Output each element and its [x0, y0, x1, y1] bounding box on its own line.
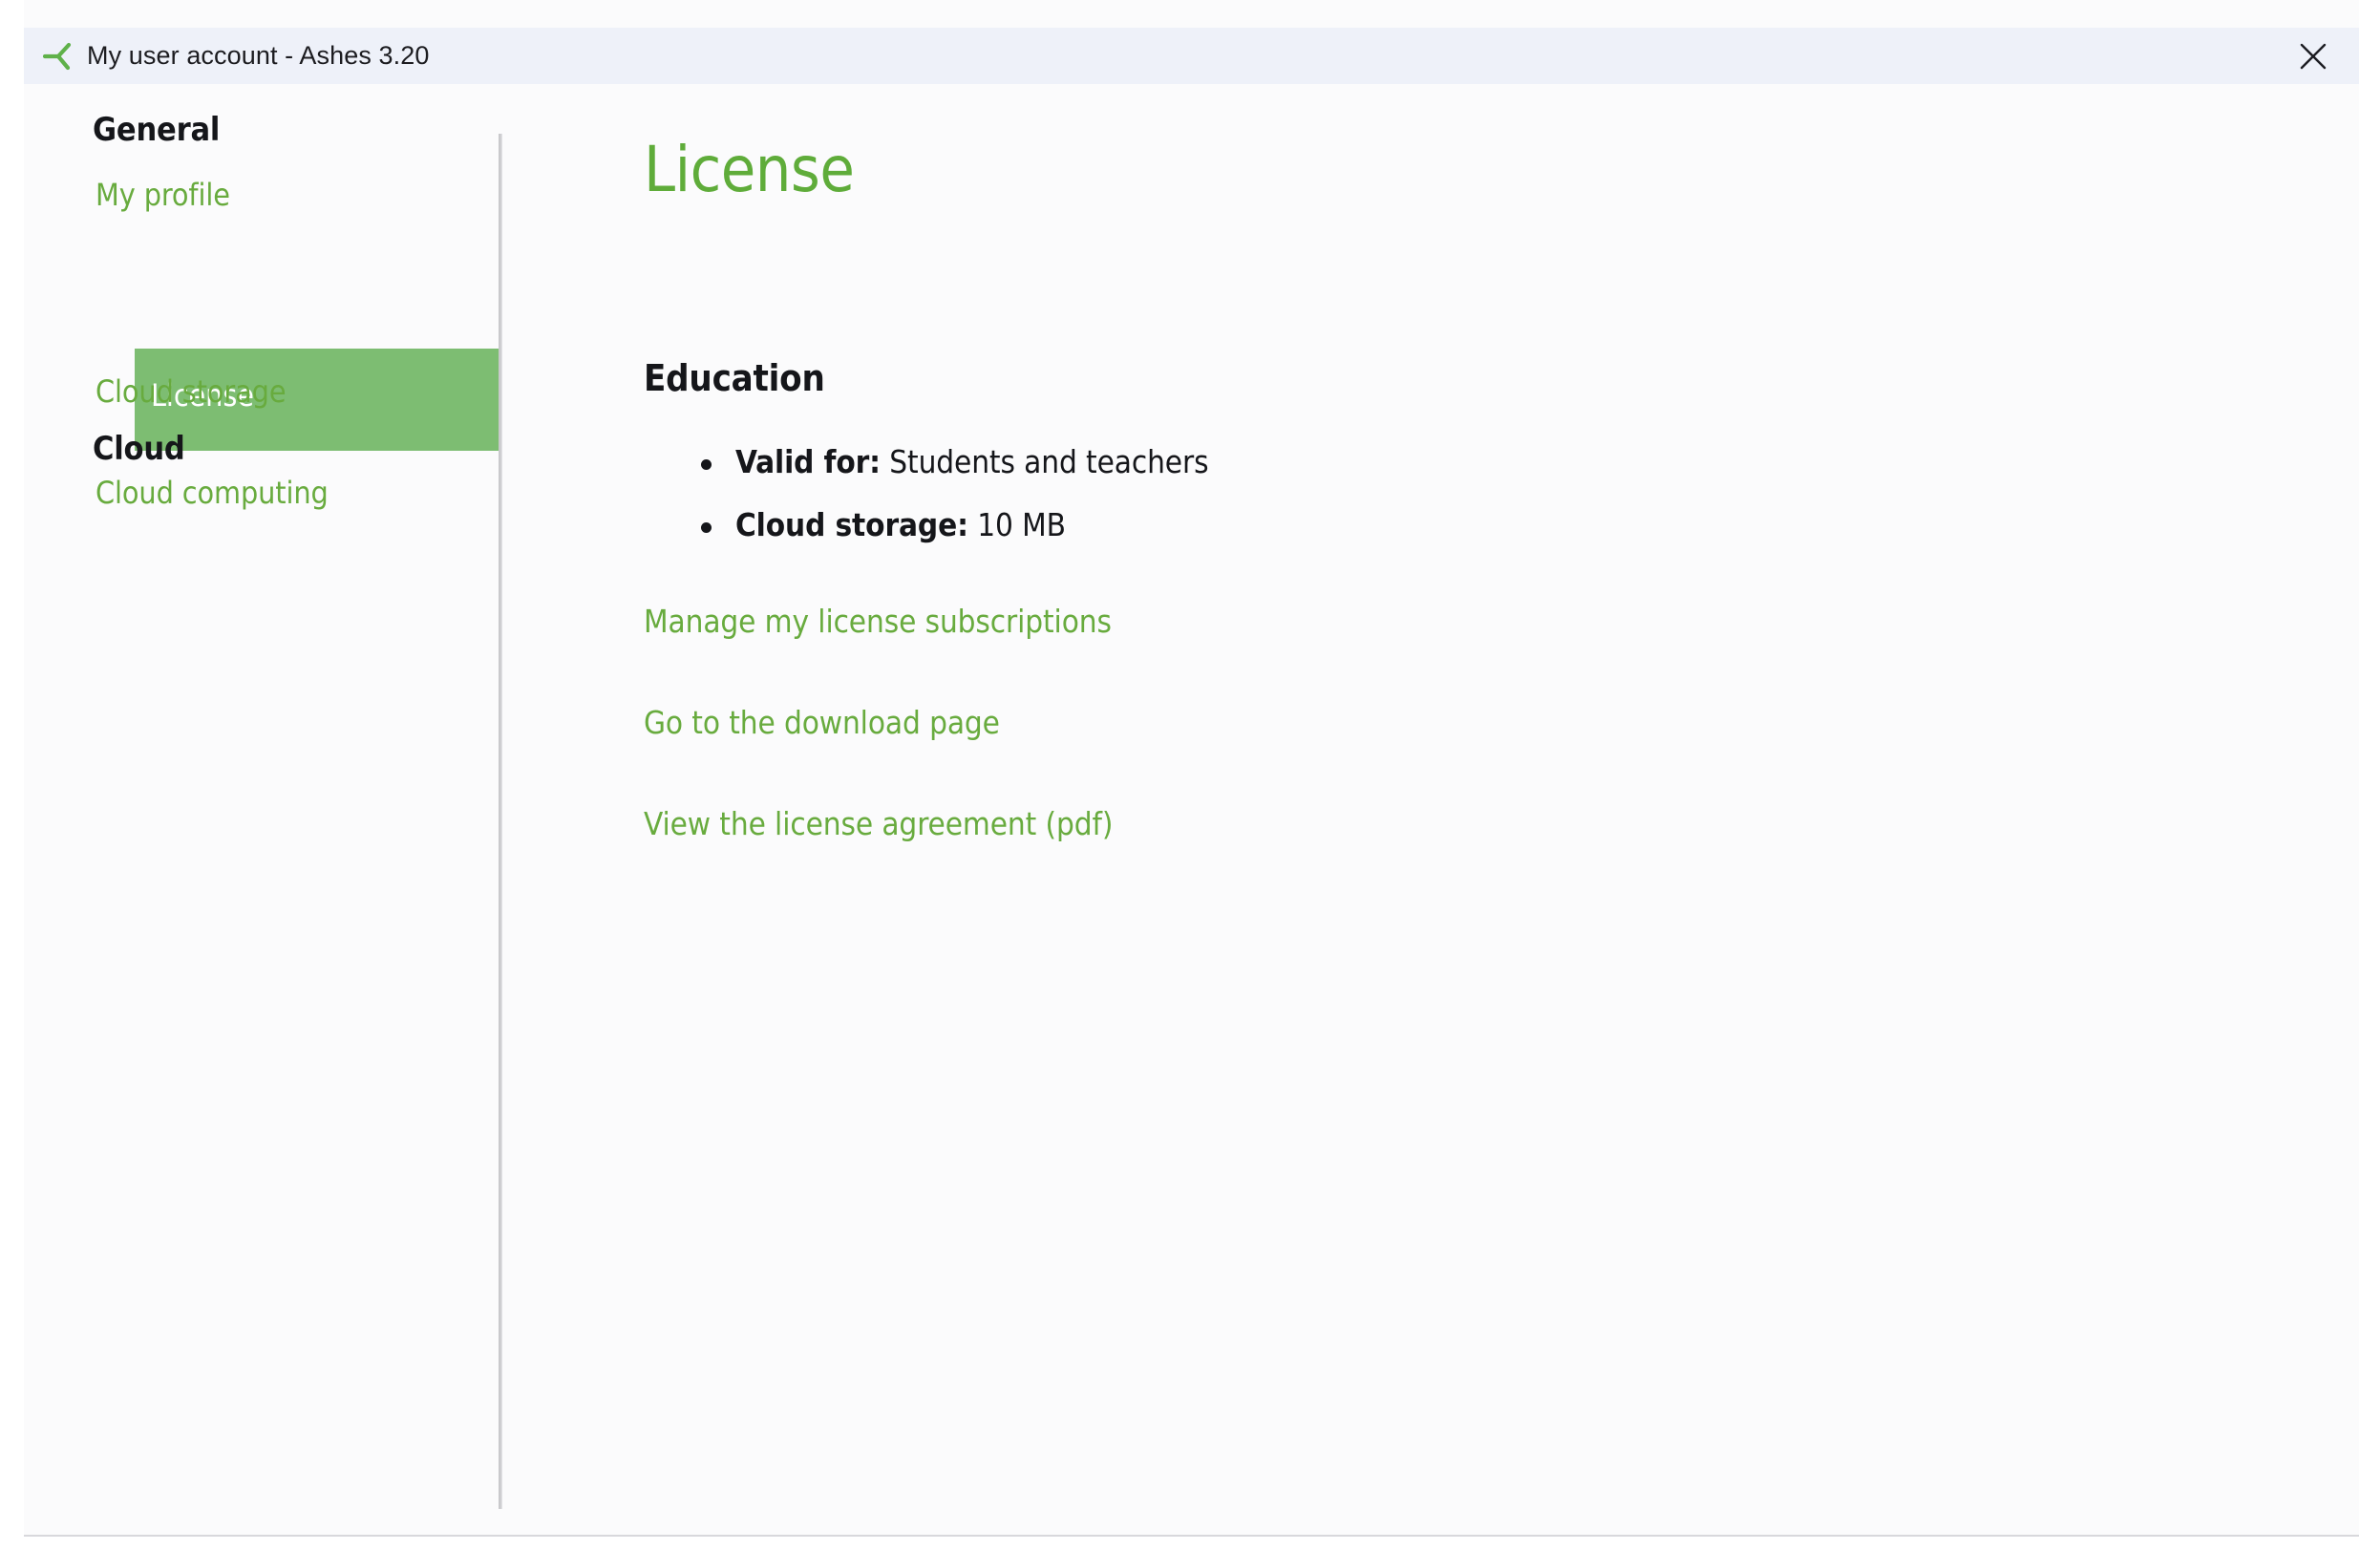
- link-view-license-agreement[interactable]: View the license agreement (pdf): [644, 805, 1113, 842]
- sidebar-item-cloud-storage[interactable]: Cloud storage: [96, 373, 286, 410]
- ashes-logo-icon: [37, 36, 77, 76]
- sidebar-group-cloud: Cloud: [93, 430, 185, 468]
- content-area: General My profile License Cloud Cloud s…: [24, 84, 2359, 1535]
- close-button[interactable]: [2267, 28, 2359, 84]
- app-window: My user account - Ashes 3.20 General My …: [0, 0, 2380, 1550]
- sidebar-item-my-profile[interactable]: My profile: [96, 177, 230, 213]
- link-go-to-download-page[interactable]: Go to the download page: [644, 704, 1000, 741]
- license-type-heading: Education: [644, 357, 825, 399]
- license-fact-label: Cloud storage:: [735, 506, 968, 543]
- license-fact-valid-for: Valid for: Students and teachers: [644, 443, 1208, 480]
- main-panel: License Education Valid for: Students an…: [502, 84, 2359, 1535]
- license-facts-list: Valid for: Students and teachers Cloud s…: [644, 443, 1208, 569]
- window-title: My user account - Ashes 3.20: [87, 41, 429, 71]
- page-title: License: [644, 133, 854, 206]
- sidebar-group-general: General: [93, 111, 220, 149]
- license-fact-cloud-storage: Cloud storage: 10 MB: [644, 506, 1208, 543]
- sidebar-item-cloud-computing[interactable]: Cloud computing: [96, 475, 329, 511]
- close-icon: [2297, 40, 2329, 73]
- title-bar[interactable]: My user account - Ashes 3.20: [24, 28, 2359, 84]
- license-fact-value: 10 MB: [977, 506, 1066, 543]
- license-fact-value: Students and teachers: [889, 443, 1208, 480]
- sidebar: General My profile License Cloud Cloud s…: [24, 84, 499, 1535]
- license-fact-label: Valid for:: [735, 443, 881, 480]
- link-manage-license-subscriptions[interactable]: Manage my license subscriptions: [644, 603, 1112, 640]
